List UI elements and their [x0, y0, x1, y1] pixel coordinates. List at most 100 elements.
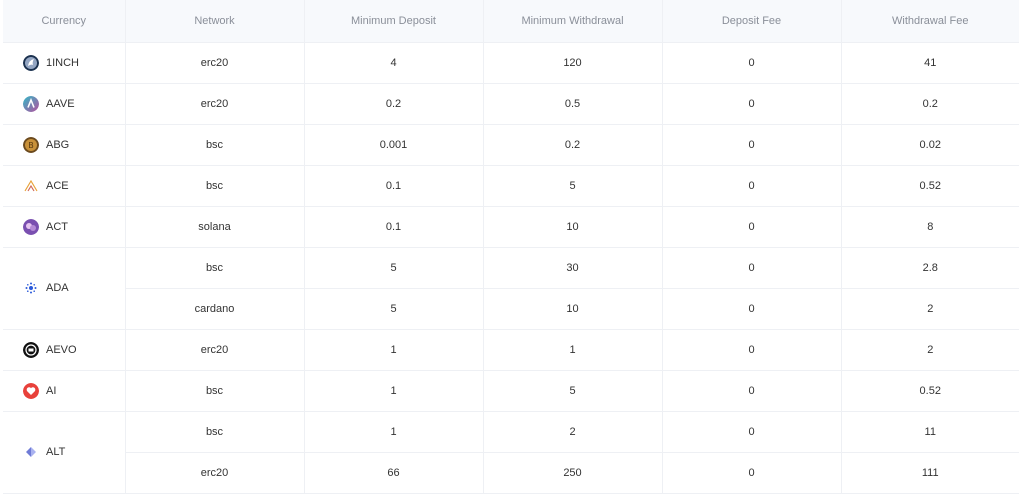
- network-cell: bsc: [125, 247, 305, 289]
- deposit-fee-cell: 0: [662, 206, 842, 248]
- header-network: Network: [125, 0, 305, 43]
- table-header-row: Currency Network Minimum Deposit Minimum…: [3, 0, 1019, 43]
- currency-label-group: B ABG: [23, 136, 125, 153]
- header-min-withdrawal: Minimum Withdrawal: [483, 0, 663, 43]
- ada-icon: [23, 280, 39, 296]
- min-withdrawal-cell: 5: [483, 165, 663, 207]
- withdrawal-fee-cell: 0.2: [841, 83, 1019, 125]
- aevo-icon: [23, 341, 39, 358]
- currency-label-group: AEVO: [23, 341, 125, 358]
- network-cell: solana: [125, 206, 305, 248]
- network-cell: bsc: [125, 165, 305, 207]
- withdrawal-fee-cell: 111: [841, 452, 1019, 494]
- svg-text:B: B: [28, 141, 34, 150]
- min-withdrawal-cell: 0.2: [483, 124, 663, 166]
- min-deposit-cell: 0.1: [304, 206, 484, 248]
- table-row: B ABG bsc 0.001 0.2 0 0.02: [3, 124, 1019, 166]
- table-row: ACT solana 0.1 10 0 8: [3, 206, 1019, 248]
- ace-icon: [23, 178, 39, 194]
- min-withdrawal-cell: 5: [483, 370, 663, 412]
- deposit-fee-cell: 0: [662, 247, 842, 289]
- withdrawal-fee-cell: 0.52: [841, 165, 1019, 207]
- currency-cell: ADA: [3, 247, 126, 330]
- withdrawal-fee-cell: 0.52: [841, 370, 1019, 412]
- withdrawal-fee-cell: 8: [841, 206, 1019, 248]
- min-withdrawal-cell: 0.5: [483, 83, 663, 125]
- network-cell: erc20: [125, 42, 305, 84]
- deposit-fee-cell: 0: [662, 83, 842, 125]
- table-row: ACE bsc 0.1 5 0 0.52: [3, 165, 1019, 207]
- withdrawal-fee-cell: 2: [841, 288, 1019, 330]
- min-deposit-cell: 5: [304, 247, 484, 289]
- alt-icon: [23, 444, 39, 460]
- currency-label-group: AAVE: [23, 95, 125, 112]
- currency-cell: ALT: [3, 411, 126, 494]
- currency-cell: 1INCH: [3, 42, 126, 84]
- currency-label-group: ADA: [23, 280, 125, 296]
- currency-cell: AAVE: [3, 83, 126, 125]
- currency-fee-table: Currency Network Minimum Deposit Minimum…: [3, 0, 1019, 494]
- withdrawal-fee-cell: 0.02: [841, 124, 1019, 166]
- currency-symbol: ABG: [46, 138, 70, 151]
- table-row: AEVO erc20 1 1 0 2: [3, 329, 1019, 371]
- min-withdrawal-cell: 250: [483, 452, 663, 494]
- table-row: 1INCH erc20 4 120 0 41: [3, 42, 1019, 84]
- withdrawal-fee-cell: 41: [841, 42, 1019, 84]
- min-withdrawal-cell: 10: [483, 288, 663, 330]
- deposit-fee-cell: 0: [662, 452, 842, 494]
- currency-symbol: 1INCH: [46, 56, 80, 69]
- network-cell: erc20: [125, 452, 305, 494]
- min-deposit-cell: 1: [304, 370, 484, 412]
- currency-cell: ACE: [3, 165, 126, 207]
- min-withdrawal-cell: 2: [483, 411, 663, 453]
- currency-cell: AI: [3, 370, 126, 412]
- deposit-fee-cell: 0: [662, 42, 842, 84]
- header-currency: Currency: [3, 0, 126, 43]
- withdrawal-fee-cell: 2.8: [841, 247, 1019, 289]
- table-row: AI bsc 1 5 0 0.52: [3, 370, 1019, 412]
- currency-symbol: AAVE: [46, 97, 75, 110]
- table-row: ALT bsc 1 2 0 11: [3, 411, 1019, 494]
- min-deposit-cell: 1: [304, 411, 484, 453]
- currency-cell: ACT: [3, 206, 126, 248]
- network-cell: bsc: [125, 124, 305, 166]
- withdrawal-fee-cell: 2: [841, 329, 1019, 371]
- table-row: ADA bsc 5 30 0 2.8: [3, 247, 1019, 330]
- deposit-fee-cell: 0: [662, 124, 842, 166]
- currency-symbol: AEVO: [46, 343, 77, 356]
- deposit-fee-cell: 0: [662, 165, 842, 207]
- header-deposit-fee: Deposit Fee: [662, 0, 842, 43]
- network-cell: bsc: [125, 411, 305, 453]
- currency-symbol: ADA: [46, 282, 69, 294]
- deposit-fee-cell: 0: [662, 370, 842, 412]
- currency-label-group: ACE: [23, 178, 125, 194]
- abg-icon: B: [23, 136, 39, 153]
- network-cell: cardano: [125, 288, 305, 330]
- table-row: AAVE erc20 0.2 0.5 0 0.2: [3, 83, 1019, 125]
- act-icon: [23, 218, 39, 235]
- currency-symbol: ACT: [46, 220, 68, 233]
- min-withdrawal-cell: 10: [483, 206, 663, 248]
- deposit-fee-cell: 0: [662, 411, 842, 453]
- min-withdrawal-cell: 30: [483, 247, 663, 289]
- currency-label-group: AI: [23, 382, 125, 399]
- min-deposit-cell: 66: [304, 452, 484, 494]
- aave-icon: [23, 95, 39, 112]
- network-cell: erc20: [125, 329, 305, 371]
- deposit-fee-cell: 0: [662, 329, 842, 371]
- currency-symbol: ACE: [46, 179, 69, 192]
- currency-symbol: AI: [46, 384, 57, 397]
- min-deposit-cell: 0.001: [304, 124, 484, 166]
- table-row: erc20 66 250 0 111: [3, 452, 1019, 494]
- min-withdrawal-cell: 1: [483, 329, 663, 371]
- 1inch-icon: [23, 54, 39, 71]
- currency-cell: AEVO: [3, 329, 126, 371]
- min-withdrawal-cell: 120: [483, 42, 663, 84]
- currency-cell: B ABG: [3, 124, 126, 166]
- min-deposit-cell: 0.2: [304, 83, 484, 125]
- header-min-deposit: Minimum Deposit: [304, 0, 484, 43]
- currency-label-group: 1INCH: [23, 54, 125, 71]
- deposit-fee-cell: 0: [662, 288, 842, 330]
- network-cell: bsc: [125, 370, 305, 412]
- min-deposit-cell: 1: [304, 329, 484, 371]
